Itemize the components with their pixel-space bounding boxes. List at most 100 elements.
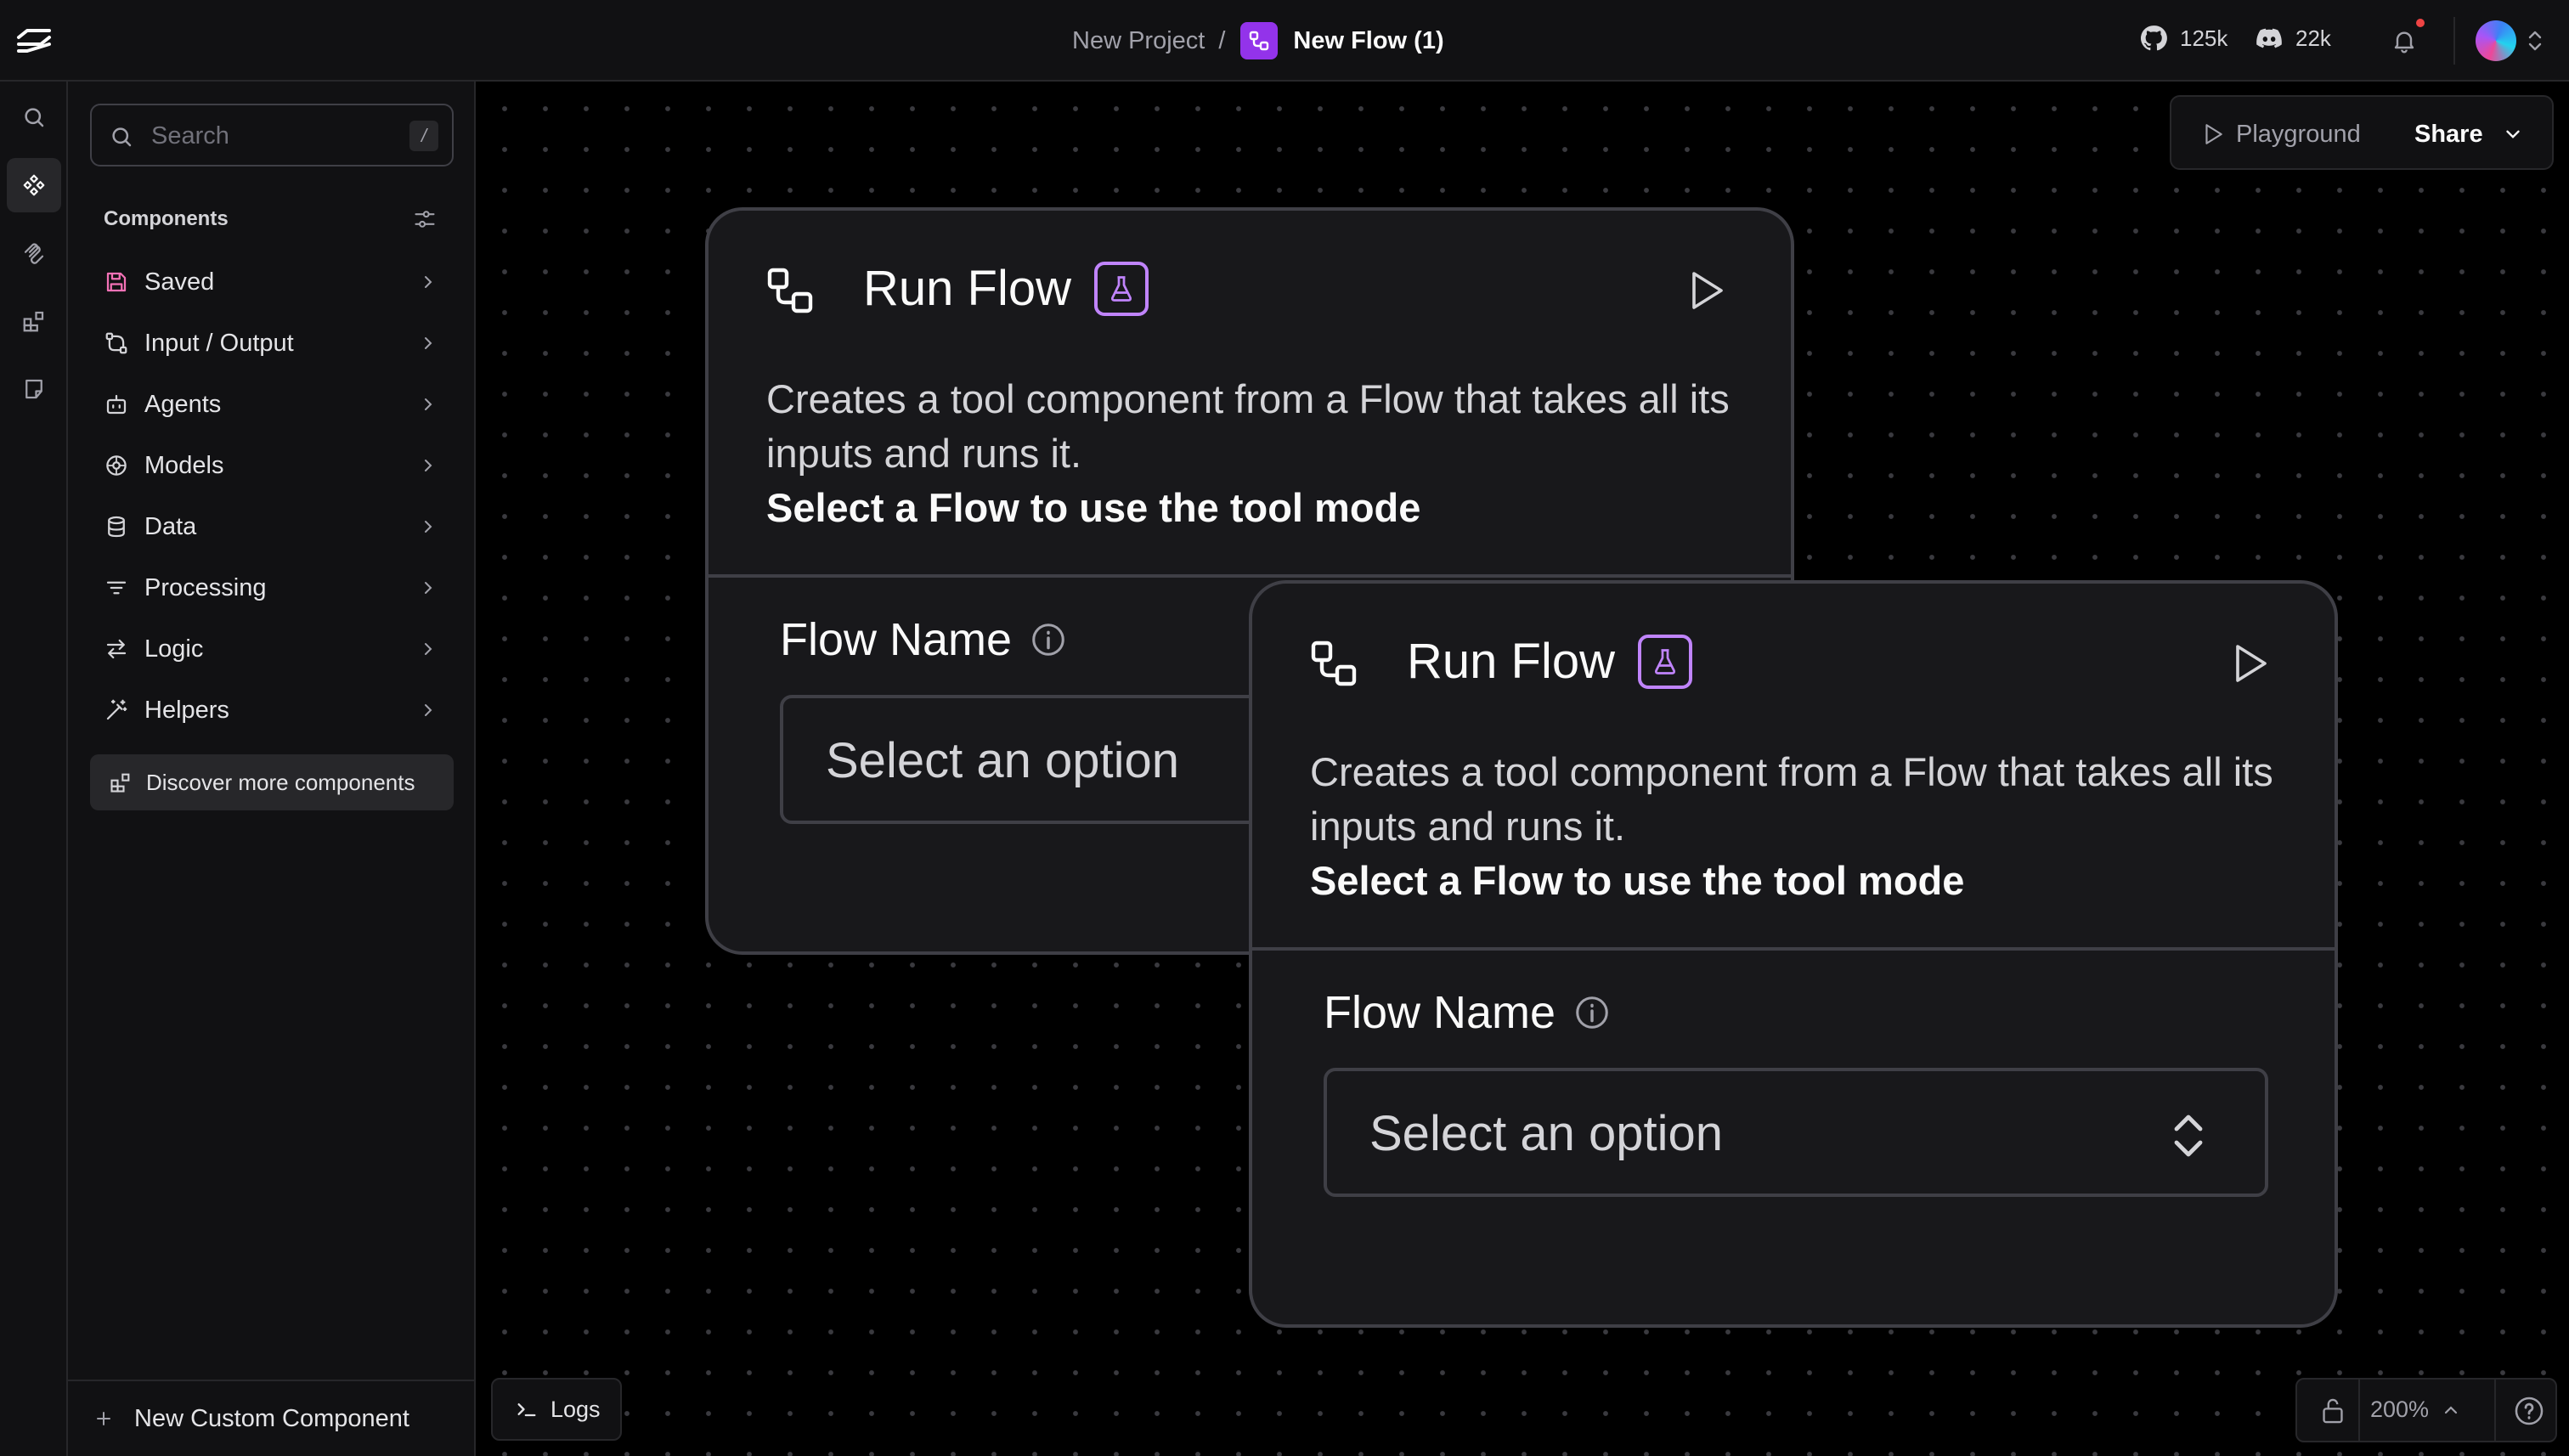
components-header: Components — [104, 207, 229, 230]
chevrons-up-down-icon — [2174, 1115, 2203, 1157]
node-divider — [1252, 947, 2335, 951]
breadcrumb-separator: / — [1218, 26, 1226, 54]
chevron-right-icon — [425, 643, 432, 655]
terminal-icon — [517, 1403, 536, 1417]
logs-button[interactable]: Logs — [491, 1378, 622, 1441]
zoom-level-button[interactable]: 200% — [2370, 1397, 2461, 1423]
node-title: Run Flow — [863, 261, 1071, 316]
search-shortcut-hint: / — [409, 121, 438, 151]
github-icon — [2140, 25, 2167, 51]
breadcrumb-project[interactable]: New Project — [1072, 27, 1205, 55]
brain-icon — [102, 451, 131, 480]
flask-icon — [1655, 649, 1675, 674]
langflow-logo[interactable] — [15, 24, 53, 58]
node-description: Creates a tool component from a Flow tha… — [1310, 745, 2295, 908]
field-label: Flow Name — [1324, 987, 1556, 1038]
help-circle-icon[interactable] — [2513, 1395, 2545, 1427]
save-icon — [102, 268, 131, 296]
play-icon — [2205, 124, 2222, 144]
zoom-controls: 200% — [2295, 1378, 2557, 1442]
category-label: Helpers — [144, 696, 229, 724]
category-label: Processing — [144, 573, 267, 601]
chevron-right-icon — [425, 276, 432, 288]
category-logic[interactable]: Logic — [90, 618, 454, 680]
breadcrumb-flow-name[interactable]: New Flow (1) — [1293, 27, 1443, 55]
select-placeholder: Select an option — [826, 733, 1179, 788]
sticky-note-icon — [25, 379, 42, 399]
category-helpers[interactable]: Helpers — [90, 680, 454, 741]
playground-label: Playground — [2236, 120, 2361, 148]
node-description-bold: Select a Flow to use the tool mode — [766, 485, 1421, 530]
play-icon[interactable] — [1685, 268, 1726, 313]
search-icon — [25, 108, 44, 127]
bot-icon — [102, 390, 131, 419]
node-description: Creates a tool component from a Flow tha… — [766, 372, 1752, 535]
chevron-right-icon — [425, 521, 432, 533]
search-input[interactable] — [151, 117, 372, 155]
list-filter-icon — [102, 573, 131, 602]
mcp-icon — [24, 243, 44, 264]
new-custom-component-button[interactable]: New Custom Component — [68, 1380, 474, 1456]
github-stars-count: 125k — [2180, 25, 2228, 51]
workflow-icon — [1311, 641, 1357, 686]
components-sidebar: / Components Saved Input / Output Agents… — [68, 82, 476, 1456]
info-icon[interactable] — [1572, 993, 1612, 1032]
flow-name-select[interactable]: Select an option — [1324, 1068, 2268, 1197]
wand-icon — [102, 696, 131, 725]
category-processing[interactable]: Processing — [90, 557, 454, 618]
discord-count: 22k — [2295, 25, 2331, 51]
category-list: Saved Input / Output Agents Models Data … — [90, 251, 454, 741]
category-data[interactable]: Data — [90, 496, 454, 557]
divider — [2358, 1380, 2360, 1441]
share-label: Share — [2414, 120, 2483, 148]
arrows-swap-icon — [102, 635, 131, 663]
discover-label: Discover more components — [146, 769, 415, 795]
play-icon[interactable] — [2229, 641, 2270, 686]
notification-dot — [2416, 19, 2425, 27]
discord-link[interactable]: 22k — [2255, 24, 2331, 53]
info-icon[interactable] — [1029, 620, 1068, 659]
new-custom-label: New Custom Component — [134, 1404, 409, 1432]
chevron-right-icon — [425, 337, 432, 349]
category-agents[interactable]: Agents — [90, 374, 454, 435]
category-label: Agents — [144, 390, 222, 418]
rail-search-button[interactable] — [7, 90, 61, 144]
search-box[interactable]: / — [90, 104, 454, 166]
github-stars-link[interactable]: 125k — [2139, 24, 2227, 53]
top-bar: New Project / New Flow (1) 125k 22k — [0, 0, 2569, 82]
category-saved[interactable]: Saved — [90, 251, 454, 313]
run-flow-node[interactable]: Run Flow Creates a tool component from a… — [1249, 580, 2338, 1328]
discover-more-button[interactable]: Discover more components — [90, 754, 454, 810]
workflow-icon — [767, 268, 813, 313]
rail-mcp-button[interactable] — [7, 226, 61, 280]
chevrons-up-down-icon[interactable] — [2525, 27, 2545, 54]
discord-icon — [2256, 28, 2282, 48]
category-models[interactable]: Models — [90, 435, 454, 496]
node-title: Run Flow — [1407, 634, 1615, 689]
sliders-icon[interactable] — [413, 207, 437, 231]
category-input-output[interactable]: Input / Output — [90, 313, 454, 374]
node-divider — [709, 574, 1791, 578]
rail-bundles-button[interactable] — [7, 294, 61, 348]
node-description-bold: Select a Flow to use the tool mode — [1310, 858, 1965, 903]
category-label: Models — [144, 451, 224, 479]
blocks-icon — [110, 773, 130, 793]
category-label: Logic — [144, 635, 204, 663]
share-button[interactable]: Share — [2414, 114, 2524, 155]
breadcrumb: New Project / New Flow (1) — [1072, 20, 1444, 61]
unlock-icon[interactable] — [2319, 1397, 2346, 1425]
beta-badge — [1094, 262, 1149, 316]
flask-icon — [1111, 276, 1132, 302]
divider — [2453, 17, 2455, 65]
chevron-right-icon — [425, 704, 432, 716]
flow-name-field: Flow Name — [780, 613, 1068, 666]
flow-canvas[interactable]: Run Flow Creates a tool component from a… — [477, 83, 2569, 1456]
bell-icon — [2394, 31, 2414, 54]
user-avatar[interactable] — [2476, 20, 2516, 61]
beta-badge — [1638, 635, 1692, 689]
node-description-text: Creates a tool component from a Flow tha… — [1310, 749, 2273, 849]
playground-button[interactable]: Playground — [2202, 114, 2361, 155]
rail-notes-button[interactable] — [7, 362, 61, 416]
components-icon — [23, 174, 45, 196]
rail-components-button[interactable] — [7, 158, 61, 212]
